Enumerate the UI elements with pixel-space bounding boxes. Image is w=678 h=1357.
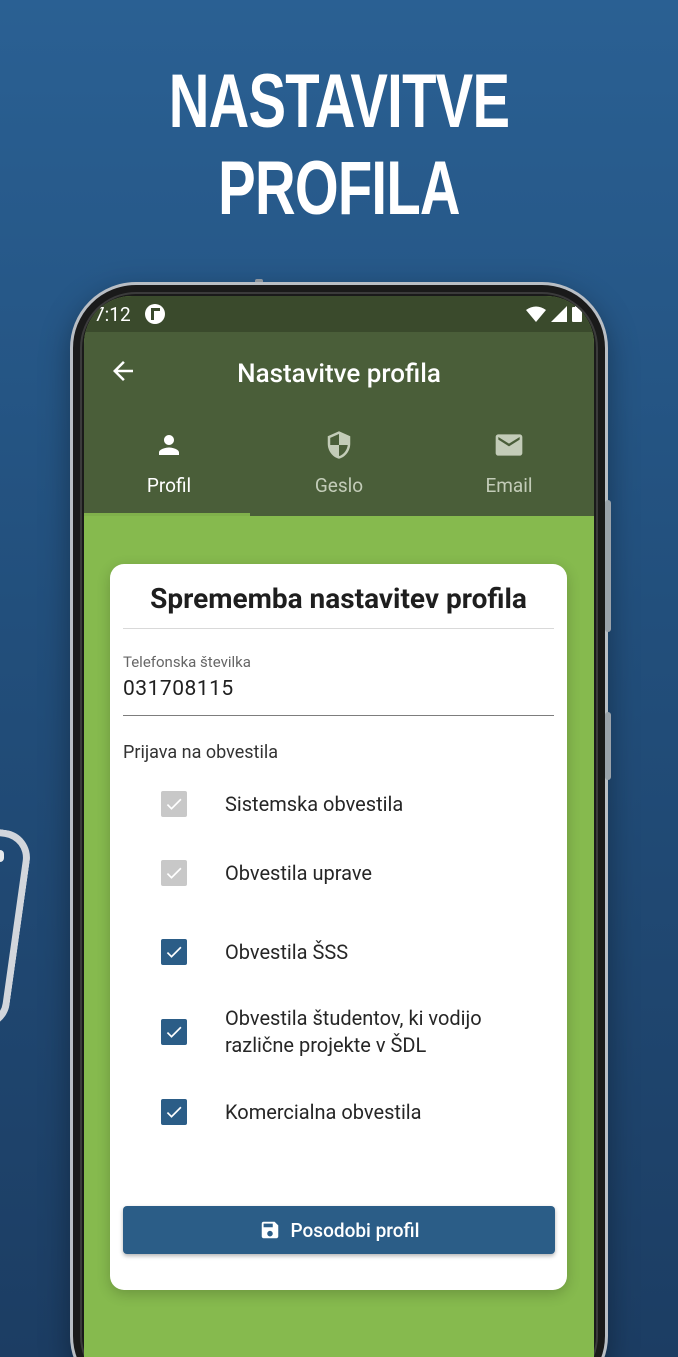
checkbox-sss-label: Obvestila ŠSS <box>225 939 349 964</box>
checkmark-icon <box>166 867 182 879</box>
phone-screen: 7:12 Nastavitve profila Profil Geslo Ema… <box>84 296 594 1357</box>
page-headline: NASTAVITVE PROFILA <box>168 59 510 231</box>
profile-settings-card: Sprememba nastavitev profila Telefonska … <box>110 564 567 1290</box>
checkbox-students-label: Obvestila študentov, ki vodijo različne … <box>225 1006 482 1057</box>
checkbox-commercial[interactable] <box>161 1099 187 1125</box>
checkbox-management-label: Obvestila uprave <box>225 860 373 885</box>
subscriptions-label: Prijava na obvestila <box>123 742 278 763</box>
signal-icon <box>551 306 567 322</box>
back-arrow-icon[interactable] <box>108 356 138 386</box>
phone-power-button <box>605 500 611 632</box>
checkbox-system-label: Sistemska obvestila <box>225 791 404 816</box>
wifi-icon <box>526 306 546 322</box>
save-icon <box>261 1221 278 1239</box>
checkbox-management[interactable] <box>161 860 187 886</box>
checkbox-system[interactable] <box>161 791 187 817</box>
checkbox-students[interactable] <box>161 1019 187 1045</box>
checkbox-row-students[interactable]: Obvestila študentov, ki vodijo različne … <box>110 991 567 1073</box>
phone-field[interactable]: Telefonska številka 031708115 <box>123 653 554 716</box>
checkbox-row-management[interactable]: Obvestila uprave <box>110 833 567 913</box>
checkmark-icon <box>166 1026 182 1038</box>
tab-geslo[interactable]: Geslo <box>254 416 424 516</box>
background-phone-frame <box>0 824 34 1032</box>
update-profile-button[interactable]: Posodobi profil <box>123 1206 555 1254</box>
active-tab-indicator <box>84 513 250 516</box>
mail-icon <box>495 434 523 456</box>
tab-geslo-label: Geslo <box>314 474 364 497</box>
checkbox-sss[interactable] <box>161 939 187 965</box>
checkbox-row-commercial[interactable]: Komercialna obvestila <box>110 1073 567 1151</box>
tab-email[interactable]: Email <box>424 416 594 516</box>
tab-profil-label: Profil <box>146 474 192 497</box>
checkmark-icon <box>166 1106 182 1118</box>
status-bar: 7:12 <box>84 296 594 332</box>
phone-field-value[interactable]: 031708115 <box>123 677 554 716</box>
checkbox-row-sss[interactable]: Obvestila ŠSS <box>110 913 567 991</box>
checkmark-icon <box>166 946 182 958</box>
tab-email-label: Email <box>485 474 533 497</box>
person-icon <box>159 435 179 455</box>
subscription-checkbox-list: Sistemska obvestila Obvestila uprave Obv… <box>110 775 567 1151</box>
checkmark-icon <box>166 798 182 810</box>
shield-icon <box>327 431 351 459</box>
tab-bar: Profil Geslo Email <box>84 416 594 516</box>
page-title: Nastavitve profila <box>237 359 441 389</box>
phone-volume-button <box>605 712 611 780</box>
update-profile-button-label: Posodobi profil <box>290 1218 420 1242</box>
card-title: Sprememba nastavitev profila <box>150 582 527 615</box>
checkbox-commercial-label: Komercialna obvestila <box>225 1099 422 1124</box>
tab-profil[interactable]: Profil <box>84 416 254 516</box>
app-bar: Nastavitve profila Profil Geslo Email <box>84 332 594 516</box>
checkbox-row-system[interactable]: Sistemska obvestila <box>110 775 567 833</box>
phone-field-label: Telefonska številka <box>123 653 251 671</box>
card-divider <box>123 628 554 629</box>
app-notification-icon <box>144 304 165 324</box>
